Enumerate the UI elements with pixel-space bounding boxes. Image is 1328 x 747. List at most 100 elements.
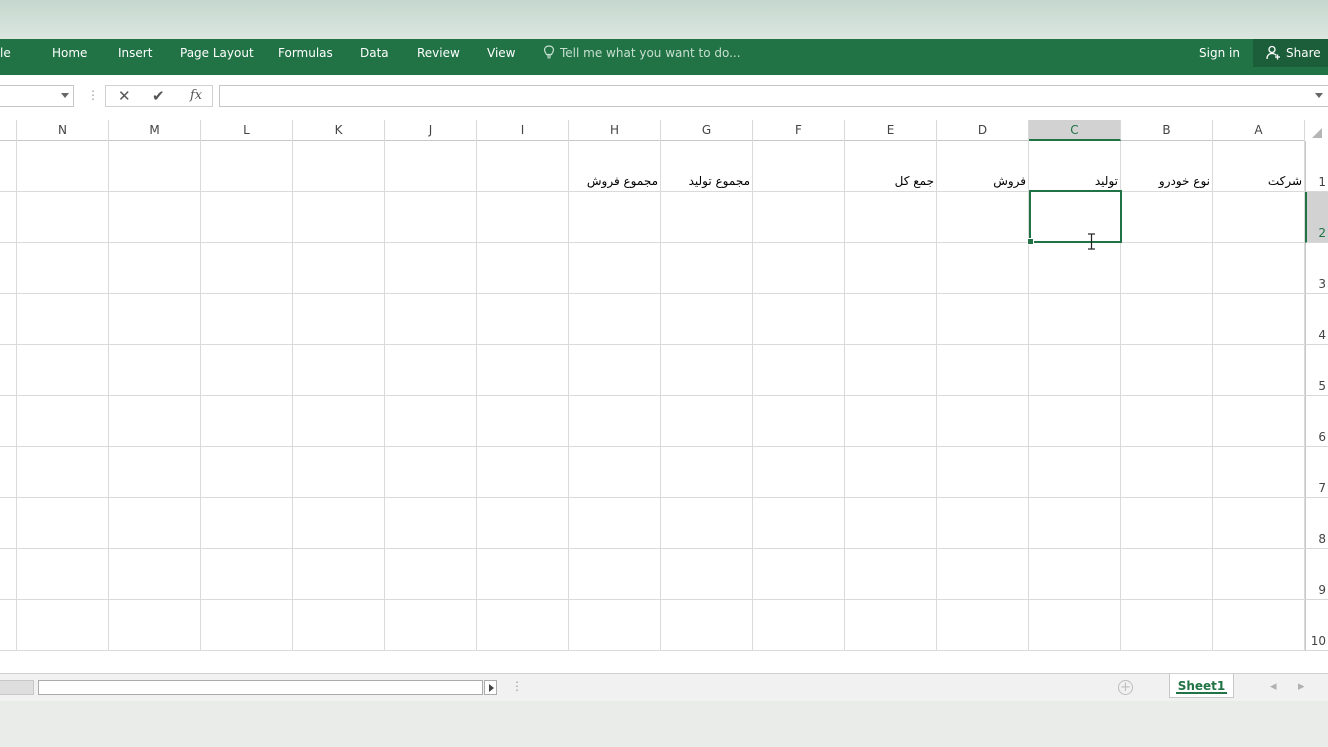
row-header-8[interactable]: 8 bbox=[1305, 498, 1328, 549]
row-header-4[interactable]: 4 bbox=[1305, 294, 1328, 345]
cell-f6[interactable] bbox=[753, 396, 845, 447]
column-header-b[interactable]: B bbox=[1121, 120, 1213, 141]
cell-g2[interactable] bbox=[661, 192, 753, 243]
cell-n7[interactable] bbox=[17, 447, 109, 498]
cell-m8[interactable] bbox=[109, 498, 201, 549]
cell-e3[interactable] bbox=[845, 243, 937, 294]
cell-c1[interactable]: تولید bbox=[1029, 141, 1121, 192]
cell-i5[interactable] bbox=[477, 345, 569, 396]
column-header-h[interactable]: H bbox=[569, 120, 661, 141]
cell-n10[interactable] bbox=[17, 600, 109, 651]
cell-d9[interactable] bbox=[937, 549, 1029, 600]
cell-f9[interactable] bbox=[753, 549, 845, 600]
cell-b6[interactable] bbox=[1121, 396, 1213, 447]
tab-home[interactable]: Home bbox=[52, 39, 87, 75]
cell-a5[interactable] bbox=[1213, 345, 1305, 396]
cell-a9[interactable] bbox=[1213, 549, 1305, 600]
cell-k4[interactable] bbox=[293, 294, 385, 345]
cell-d8[interactable] bbox=[937, 498, 1029, 549]
cell-i7[interactable] bbox=[477, 447, 569, 498]
cell-k2[interactable] bbox=[293, 192, 385, 243]
row-header-7[interactable]: 7 bbox=[1305, 447, 1328, 498]
cell-a6[interactable] bbox=[1213, 396, 1305, 447]
cell-a2[interactable] bbox=[1213, 192, 1305, 243]
cell-j1[interactable] bbox=[385, 141, 477, 192]
cell-h9[interactable] bbox=[569, 549, 661, 600]
formula-input[interactable] bbox=[219, 85, 1328, 107]
cell-l9[interactable] bbox=[201, 549, 293, 600]
cell-c7[interactable] bbox=[1029, 447, 1121, 498]
cell-g5[interactable] bbox=[661, 345, 753, 396]
tab-review[interactable]: Review bbox=[417, 39, 460, 75]
cell-b10[interactable] bbox=[1121, 600, 1213, 651]
cell-a10[interactable] bbox=[1213, 600, 1305, 651]
cell-d7[interactable] bbox=[937, 447, 1029, 498]
cell-h2[interactable] bbox=[569, 192, 661, 243]
cell-a1[interactable]: شرکت bbox=[1213, 141, 1305, 192]
cell-j10[interactable] bbox=[385, 600, 477, 651]
scroll-right-arrow-icon[interactable] bbox=[484, 680, 497, 695]
cell-l8[interactable] bbox=[201, 498, 293, 549]
cell-k6[interactable] bbox=[293, 396, 385, 447]
cell-d2[interactable] bbox=[937, 192, 1029, 243]
cell-a7[interactable] bbox=[1213, 447, 1305, 498]
cell-h7[interactable] bbox=[569, 447, 661, 498]
cell-j2[interactable] bbox=[385, 192, 477, 243]
cell-g7[interactable] bbox=[661, 447, 753, 498]
cell-i9[interactable] bbox=[477, 549, 569, 600]
cell-l4[interactable] bbox=[201, 294, 293, 345]
cell-partial[interactable] bbox=[0, 600, 17, 651]
cell-l7[interactable] bbox=[201, 447, 293, 498]
cell-f7[interactable] bbox=[753, 447, 845, 498]
cell-c8[interactable] bbox=[1029, 498, 1121, 549]
cell-b3[interactable] bbox=[1121, 243, 1213, 294]
cell-m3[interactable] bbox=[109, 243, 201, 294]
prev-sheet-icon[interactable]: ◂ bbox=[1270, 679, 1277, 694]
horizontal-scrollbar[interactable] bbox=[38, 680, 483, 695]
cell-h6[interactable] bbox=[569, 396, 661, 447]
cell-e9[interactable] bbox=[845, 549, 937, 600]
sheet-tab-sheet1[interactable]: Sheet1 bbox=[1169, 674, 1234, 698]
cell-i2[interactable] bbox=[477, 192, 569, 243]
column-header-n[interactable]: N bbox=[17, 120, 109, 141]
column-header-partial[interactable] bbox=[0, 120, 17, 141]
row-header-5[interactable]: 5 bbox=[1305, 345, 1328, 396]
cell-h3[interactable] bbox=[569, 243, 661, 294]
cell-m9[interactable] bbox=[109, 549, 201, 600]
cell-n1[interactable] bbox=[17, 141, 109, 192]
cell-m5[interactable] bbox=[109, 345, 201, 396]
cell-f1[interactable] bbox=[753, 141, 845, 192]
cell-h4[interactable] bbox=[569, 294, 661, 345]
add-sheet-icon[interactable]: + bbox=[1118, 680, 1133, 695]
cell-i4[interactable] bbox=[477, 294, 569, 345]
cell-c3[interactable] bbox=[1029, 243, 1121, 294]
cell-g1[interactable]: مجموع تولید bbox=[661, 141, 753, 192]
cell-f2[interactable] bbox=[753, 192, 845, 243]
cell-d6[interactable] bbox=[937, 396, 1029, 447]
cell-k8[interactable] bbox=[293, 498, 385, 549]
column-header-f[interactable]: F bbox=[753, 120, 845, 141]
share-button[interactable]: Share bbox=[1253, 39, 1328, 67]
cell-m6[interactable] bbox=[109, 396, 201, 447]
cell-f5[interactable] bbox=[753, 345, 845, 396]
column-header-m[interactable]: M bbox=[109, 120, 201, 141]
cell-i6[interactable] bbox=[477, 396, 569, 447]
cell-b1[interactable]: نوع خودرو bbox=[1121, 141, 1213, 192]
column-header-k[interactable]: K bbox=[293, 120, 385, 141]
cell-l1[interactable] bbox=[201, 141, 293, 192]
cell-k9[interactable] bbox=[293, 549, 385, 600]
next-sheet-icon[interactable]: ▸ bbox=[1298, 679, 1305, 694]
name-box[interactable] bbox=[0, 85, 74, 107]
cell-partial[interactable] bbox=[0, 141, 17, 192]
cell-partial[interactable] bbox=[0, 192, 17, 243]
cell-m10[interactable] bbox=[109, 600, 201, 651]
cell-e5[interactable] bbox=[845, 345, 937, 396]
cell-l6[interactable] bbox=[201, 396, 293, 447]
cell-partial[interactable] bbox=[0, 345, 17, 396]
cell-j3[interactable] bbox=[385, 243, 477, 294]
cell-e4[interactable] bbox=[845, 294, 937, 345]
expand-formula-icon[interactable] bbox=[1315, 93, 1323, 98]
column-header-e[interactable]: E bbox=[845, 120, 937, 141]
row-header-6[interactable]: 6 bbox=[1305, 396, 1328, 447]
column-header-i[interactable]: I bbox=[477, 120, 569, 141]
